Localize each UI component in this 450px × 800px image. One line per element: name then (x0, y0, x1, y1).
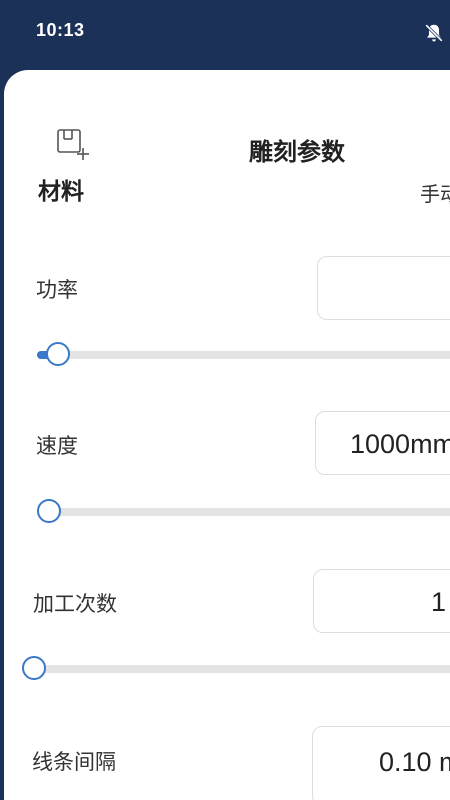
status-bar: 10:13 (0, 0, 450, 75)
power-slider-track[interactable] (37, 351, 450, 359)
speed-value: 1000mm (350, 429, 450, 459)
power-slider-thumb[interactable] (46, 342, 70, 366)
passes-value-box[interactable]: 1 (313, 569, 450, 633)
add-material-icon[interactable] (56, 128, 90, 162)
passes-value: 1 (430, 587, 446, 617)
mode-selector[interactable]: 手动 (420, 178, 450, 207)
passes-label: 加工次数 (33, 592, 117, 616)
line-interval-label: 线条间隔 (32, 750, 116, 774)
screen: 10:13 材料 雕刻参数 手动 功率 5% 速度 1000mm 加工次数 1 (0, 0, 450, 800)
line-interval-value: 0.10 mm (379, 747, 450, 777)
sheet-title: 雕刻参数 (249, 138, 345, 166)
passes-slider-track[interactable] (22, 665, 450, 673)
speed-value-box[interactable]: 1000mm (315, 411, 450, 475)
material-label[interactable]: 材料 (38, 172, 84, 206)
power-label: 功率 (36, 278, 78, 302)
speed-label: 速度 (36, 434, 78, 458)
bell-off-icon (425, 24, 443, 42)
passes-slider-thumb[interactable] (22, 656, 46, 680)
line-interval-value-box[interactable]: 0.10 mm (312, 726, 450, 800)
status-time: 10:13 (36, 20, 85, 40)
speed-slider-track[interactable] (37, 508, 450, 516)
power-value-box[interactable]: 5% (317, 256, 450, 320)
speed-slider-thumb[interactable] (37, 499, 61, 523)
